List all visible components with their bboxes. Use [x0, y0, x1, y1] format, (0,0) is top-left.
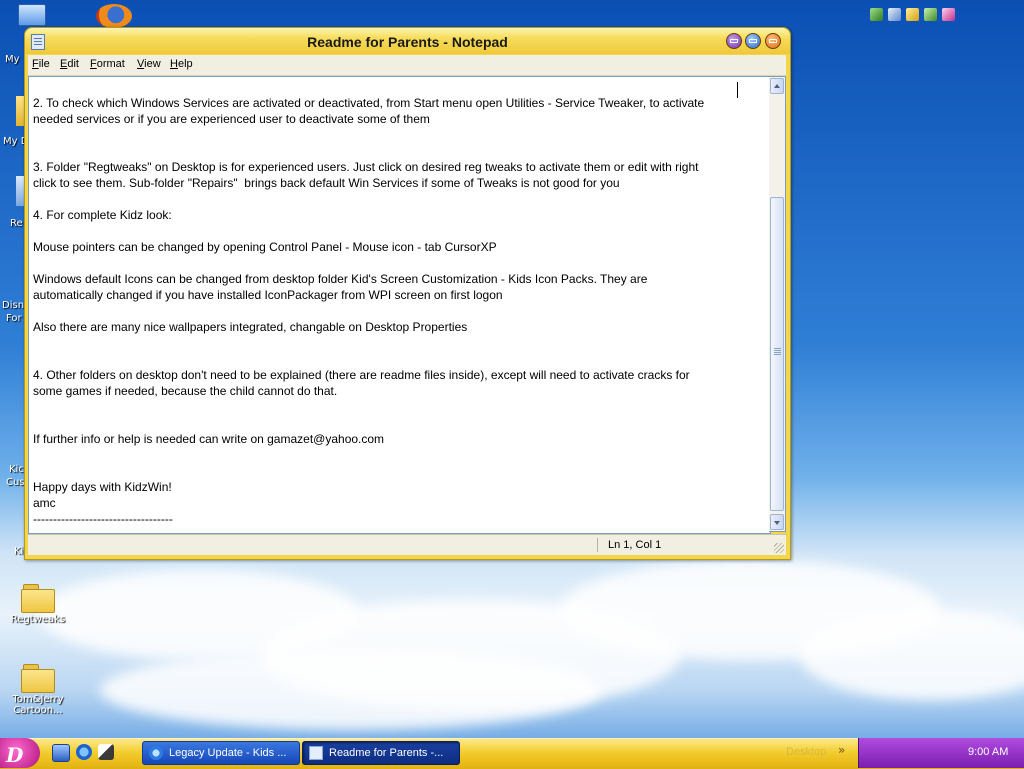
minimize-button[interactable]: [726, 33, 742, 49]
status-divider: [597, 538, 598, 552]
desktop-toolbar-label[interactable]: Desktop: [786, 746, 826, 758]
grip-icon: [774, 348, 781, 349]
taskbar-button-label: Readme for Parents -...: [329, 747, 444, 759]
document-text[interactable]: 2. To check which Windows Services are a…: [33, 95, 769, 527]
partial-desktop-label: Ki: [14, 546, 24, 557]
taskbar-button-legacy-update[interactable]: Legacy Update - Kids ...: [142, 741, 300, 765]
menu-bar: File Edit Format View Help: [28, 55, 786, 76]
partial-desktop-label: Disn: [2, 300, 25, 311]
tray-wand-icon[interactable]: [942, 8, 955, 21]
partial-desktop-label: Cus: [6, 477, 25, 488]
internet-explorer-icon: [149, 746, 163, 760]
firefox-icon: [96, 4, 132, 28]
menu-format[interactable]: Format: [90, 58, 125, 70]
show-desktop-icon[interactable]: [52, 744, 70, 762]
tray-battery-icon[interactable]: [924, 8, 937, 21]
scroll-down-button[interactable]: [770, 514, 784, 530]
partial-desktop-label: Re: [10, 218, 23, 229]
desktop-icon-regtweaks[interactable]: Regtweaks: [3, 584, 73, 625]
disney-logo-icon: D: [6, 743, 24, 767]
folder-icon: [21, 664, 55, 693]
notepad-icon: [309, 746, 323, 760]
taskbar-button-label: Legacy Update - Kids ...: [169, 747, 287, 759]
close-button[interactable]: [765, 33, 781, 49]
menu-file[interactable]: File: [32, 58, 50, 70]
mouse-pointer-icon[interactable]: [98, 744, 114, 760]
scroll-up-button[interactable]: [770, 78, 784, 94]
computer-icon: [18, 4, 46, 26]
tray-network-icon[interactable]: [870, 8, 883, 21]
clock[interactable]: 9:00 AM: [968, 746, 1008, 758]
vertical-scrollbar[interactable]: [769, 76, 786, 532]
internet-explorer-icon[interactable]: [76, 744, 92, 760]
start-button[interactable]: D: [0, 738, 40, 768]
wallpaper-clouds: [0, 540, 1024, 740]
maximize-button[interactable]: [745, 33, 761, 49]
text-editor[interactable]: 2. To check which Windows Services are a…: [28, 76, 771, 534]
desktop-icon-firefox[interactable]: [94, 2, 134, 30]
menu-help[interactable]: Help: [170, 58, 193, 70]
partial-desktop-label: For: [6, 313, 22, 324]
menu-view[interactable]: View: [137, 58, 161, 70]
menu-edit[interactable]: Edit: [60, 58, 79, 70]
desktop-icon-label: Tom&Jerry Cartoon...: [12, 694, 64, 716]
partial-desktop-label: Kic: [9, 464, 24, 475]
scroll-thumb[interactable]: [770, 197, 784, 511]
resize-grip-icon[interactable]: [774, 543, 784, 553]
chevron-right-icon[interactable]: »: [838, 743, 845, 757]
cursor-position: Ln 1, Col 1: [608, 539, 662, 551]
taskbar-button-notepad[interactable]: Readme for Parents -...: [302, 741, 460, 765]
title-bar[interactable]: Readme for Parents - Notepad: [25, 28, 790, 54]
text-cursor-icon: [737, 82, 738, 98]
tray-display-icon[interactable]: [888, 8, 901, 21]
folder-icon: [21, 584, 55, 613]
desktop-icon-tom-jerry[interactable]: Tom&Jerry Cartoon...: [3, 664, 73, 716]
desktop-icon-label: Regtweaks: [10, 614, 66, 625]
tray-lightning-icon[interactable]: [906, 8, 919, 21]
window-title: Readme for Parents - Notepad: [307, 34, 508, 50]
notepad-window[interactable]: Readme for Parents - Notepad File Edit F…: [24, 27, 791, 560]
partial-desktop-label: My: [5, 54, 20, 65]
status-bar: Ln 1, Col 1: [28, 534, 786, 555]
